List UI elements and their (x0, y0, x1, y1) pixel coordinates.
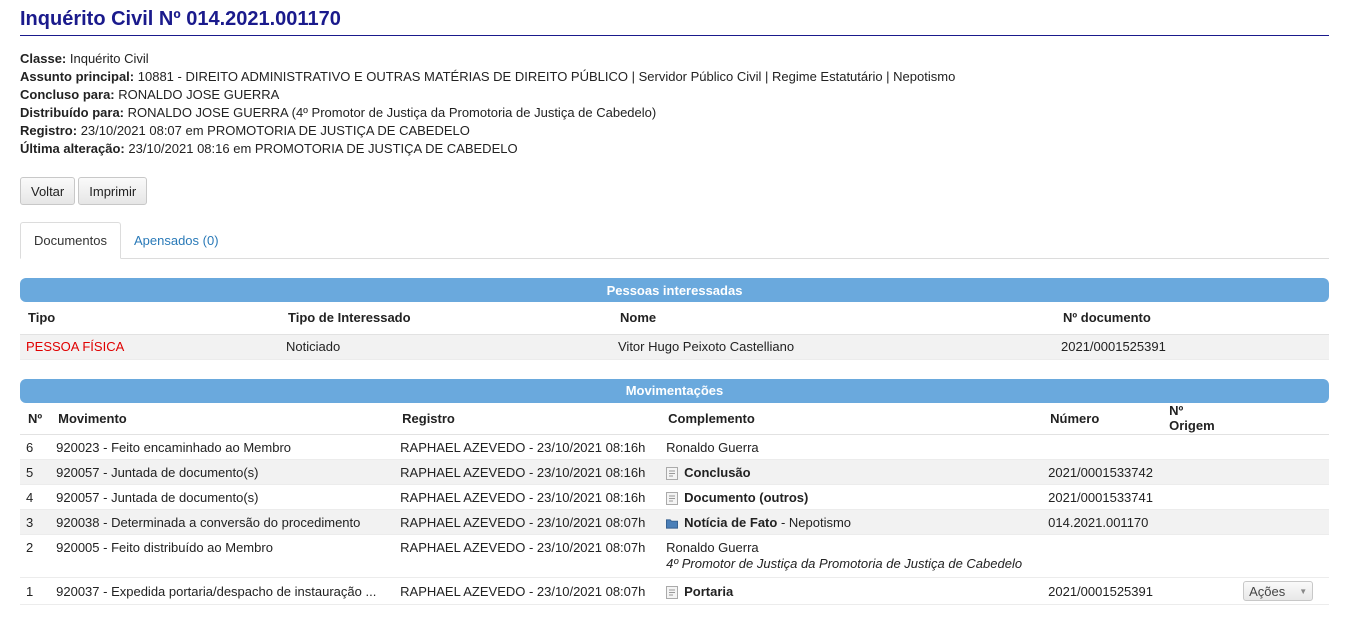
row-movement: 920023 - Feito encaminhado ao Membro (50, 434, 395, 460)
table-row: 1 920037 - Expedida portaria/despacho de… (20, 577, 1329, 605)
document-icon (666, 491, 679, 505)
row-number: 5 (20, 459, 51, 485)
col-registro: Registro (394, 402, 661, 435)
row-number: 2 (20, 534, 51, 578)
meta-concluso: Concluso para: RONALDO JOSE GUERRA (20, 87, 280, 102)
row-number: 1 (20, 577, 51, 605)
row-origin (1161, 459, 1238, 485)
col-n: Nº (20, 402, 51, 435)
print-button[interactable]: Imprimir (78, 177, 148, 205)
row-movement: 920057 - Juntada de documento(s) (50, 484, 395, 510)
folder-icon (666, 518, 679, 529)
row-complement: Conclusão (660, 459, 1043, 485)
row-origin (1161, 434, 1238, 460)
col-nome: Nome (612, 302, 1055, 335)
table-row: 3 920038 - Determinada a conversão do pr… (20, 509, 1329, 535)
col-tipo-interessado: Tipo de Interessado (280, 302, 612, 335)
row-number: 3 (20, 509, 51, 535)
row-complement: Portaria (660, 577, 1043, 605)
interested-title: Pessoas interessadas (20, 278, 1329, 302)
procedure-link[interactable]: Notícia de Fato (684, 515, 777, 530)
table-row: 5 920057 - Juntada de documento(s) RAPHA… (20, 459, 1329, 485)
person-type: PESSOA FÍSICA (20, 334, 280, 360)
row-actions (1237, 484, 1329, 510)
process-details: Classe: Inquérito Civil Assunto principa… (20, 50, 1329, 158)
row-complement: Ronaldo Guerra 4º Promotor de Justiça da… (660, 534, 1043, 578)
document-icon (666, 585, 679, 599)
col-complemento: Complemento (660, 402, 1043, 435)
row-registry: RAPHAEL AZEVEDO - 23/10/2021 08:16h (394, 459, 661, 485)
movements-title: Movimentações (20, 378, 1329, 403)
document-link[interactable]: Portaria (684, 584, 733, 599)
meta-distribuido: Distribuído para: RONALDO JOSE GUERRA (4… (20, 105, 657, 120)
tab-attached[interactable]: Apensados (0) (121, 222, 232, 258)
row-movement: 920038 - Determinada a conversão do proc… (50, 509, 395, 535)
col-movimento: Movimento (50, 402, 395, 435)
row-complement: Documento (outros) (660, 484, 1043, 510)
col-tipo: Tipo (20, 302, 280, 335)
interested-section: Pessoas interessadas Tipo Tipo de Intere… (20, 278, 1329, 360)
table-row: 4 920057 - Juntada de documento(s) RAPHA… (20, 484, 1329, 510)
col-origem: Nº Origem (1161, 402, 1238, 435)
tab-bar: Documentos Apensados (0) (20, 222, 1329, 259)
row-actions (1237, 534, 1329, 578)
row-number: 4 (20, 484, 51, 510)
meta-ultima-alteracao: Última alteração: 23/10/2021 08:16 em PR… (20, 141, 518, 156)
row-actions (1237, 509, 1329, 535)
row-complement: Ronaldo Guerra (660, 434, 1043, 460)
row-origin (1161, 484, 1238, 510)
document-icon (666, 466, 679, 480)
row-registry: RAPHAEL AZEVEDO - 23/10/2021 08:07h (394, 577, 661, 605)
row-doc-number: 2021/0001525391 (1042, 577, 1162, 605)
table-row: 2 920005 - Feito distribuído ao Membro R… (20, 534, 1329, 578)
row-doc-number (1042, 434, 1162, 460)
person-document: 2021/0001525391 (1055, 334, 1329, 360)
page-title: Inquérito Civil Nº 014.2021.001170 (20, 0, 1329, 36)
table-row: PESSOA FÍSICA Noticiado Vitor Hugo Peixo… (20, 334, 1329, 360)
document-link[interactable]: Documento (outros) (684, 490, 808, 505)
row-number: 6 (20, 434, 51, 460)
table-row: 6 920023 - Feito encaminhado ao Membro R… (20, 434, 1329, 460)
meta-registro: Registro: 23/10/2021 08:07 em PROMOTORIA… (20, 123, 470, 138)
row-doc-number: 014.2021.001170 (1042, 509, 1162, 535)
complement-suffix: - Nepotismo (777, 514, 852, 530)
row-doc-number: 2021/0001533742 (1042, 459, 1162, 485)
document-link[interactable]: Conclusão (684, 465, 750, 480)
movements-table: Nº Movimento Registro Complemento Número… (20, 402, 1329, 605)
actions-label: Ações (1249, 583, 1286, 599)
interested-type: Noticiado (280, 334, 612, 360)
row-doc-number: 2021/0001533741 (1042, 484, 1162, 510)
row-actions (1237, 434, 1329, 460)
complement-subtext: 4º Promotor de Justiça da Promotoria de … (666, 556, 1023, 571)
row-movement: 920037 - Expedida portaria/despacho de i… (50, 577, 395, 605)
row-complement: Notícia de Fato - Nepotismo (660, 509, 1043, 535)
row-origin (1161, 577, 1238, 605)
complement-text: Ronaldo Guerra (666, 540, 759, 555)
row-registry: RAPHAEL AZEVEDO - 23/10/2021 08:07h (394, 534, 661, 578)
person-name: Vitor Hugo Peixoto Castelliano (612, 334, 1055, 360)
col-documento: Nº documento (1055, 302, 1329, 335)
row-registry: RAPHAEL AZEVEDO - 23/10/2021 08:07h (394, 509, 661, 535)
row-movement: 920005 - Feito distribuído ao Membro (50, 534, 395, 578)
movements-section: Movimentações Nº Movimento Registro Comp… (20, 378, 1329, 605)
actions-dropdown[interactable]: Ações ▼ (1243, 581, 1314, 601)
interested-table: Tipo Tipo de Interessado Nome Nº documen… (20, 302, 1329, 360)
back-button[interactable]: Voltar (20, 177, 76, 205)
row-doc-number (1042, 534, 1162, 578)
meta-assunto: Assunto principal: 10881 - DIREITO ADMIN… (20, 69, 956, 84)
row-registry: RAPHAEL AZEVEDO - 23/10/2021 08:16h (394, 434, 661, 460)
chevron-down-icon: ▼ (1299, 586, 1308, 596)
meta-classe: Classe: Inquérito Civil (20, 51, 149, 66)
row-actions (1237, 459, 1329, 485)
row-registry: RAPHAEL AZEVEDO - 23/10/2021 08:16h (394, 484, 661, 510)
col-actions (1237, 402, 1329, 435)
row-origin (1161, 509, 1238, 535)
row-origin (1161, 534, 1238, 578)
col-numero: Número (1042, 402, 1162, 435)
row-actions: Ações ▼ (1237, 577, 1329, 605)
row-movement: 920057 - Juntada de documento(s) (50, 459, 395, 485)
tab-documents[interactable]: Documentos (20, 222, 121, 259)
